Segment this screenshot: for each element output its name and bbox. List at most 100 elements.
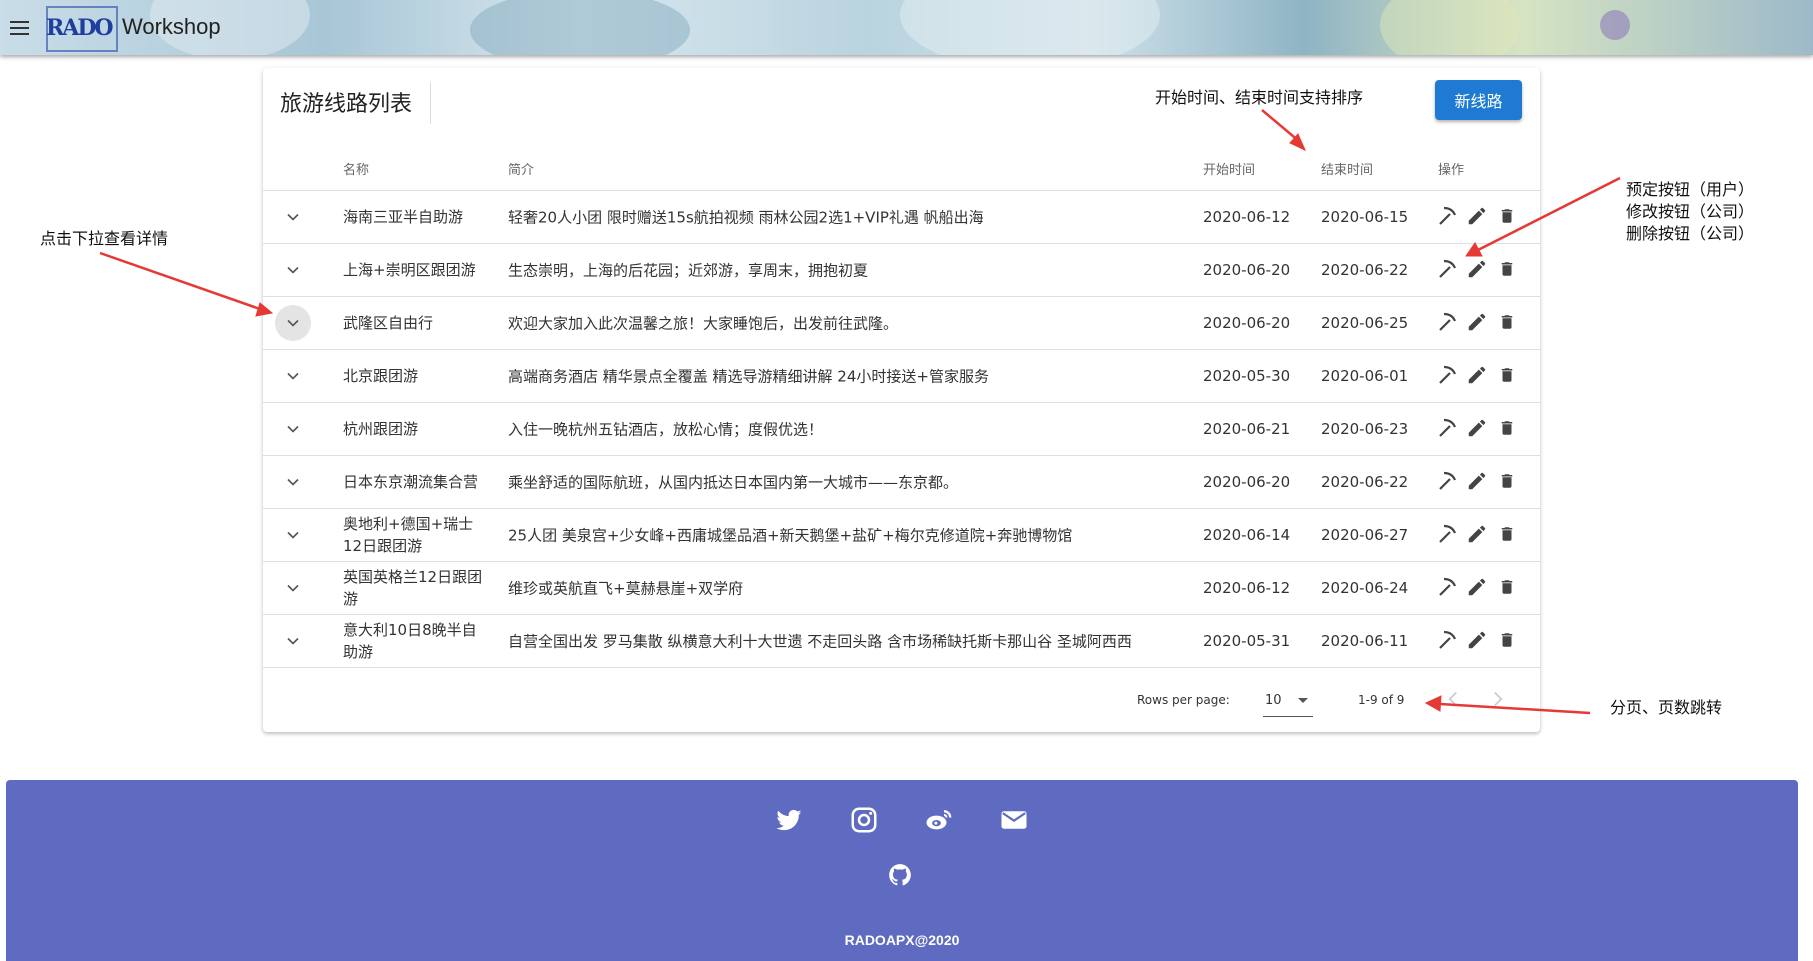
delete-button[interactable] [1495,204,1519,228]
table-pagination: Rows per page: 10 1-9 of 9 [263,668,1540,732]
route-name: 武隆区自由行 [343,313,434,332]
expand-button[interactable] [275,358,311,394]
pickaxe-icon [1439,259,1457,278]
trash-icon [1501,315,1513,329]
annotation-expand: 点击下拉查看详情 [40,229,169,248]
route-list-card: 旅游线路列表 新线路 名称 简介 开始时间 结束时间 操作 海南三亚半自助游 轻奢… [263,68,1540,732]
book-button[interactable] [1435,628,1459,652]
book-button[interactable] [1435,416,1459,440]
delete-button[interactable] [1495,469,1519,493]
book-button[interactable] [1435,204,1459,228]
route-description: 欢迎大家加入此次温馨之旅！大家睡饱后，出发前往武隆。 [508,314,899,332]
book-button[interactable] [1435,310,1459,334]
chevron-down-icon [287,637,299,645]
column-header-start[interactable]: 开始时间 [1203,159,1255,178]
route-description: 轻奢20人小团 限时赠送15s航拍视频 雨林公园2选1+VIP礼遇 帆船出海 [508,208,984,226]
expand-button[interactable] [275,305,311,341]
expand-button[interactable] [275,570,311,606]
delete-button[interactable] [1495,416,1519,440]
book-button[interactable] [1435,257,1459,281]
arrow-expand [99,251,261,311]
delete-button[interactable] [1495,310,1519,334]
delete-button[interactable] [1495,522,1519,546]
header-decoration [1380,0,1520,55]
row-actions [1435,522,1519,546]
instagram-link[interactable] [849,805,879,835]
title-divider [430,82,431,124]
row-actions [1435,204,1519,228]
menu-icon-bar [10,33,29,35]
expand-button[interactable] [275,623,311,659]
start-date: 2020-06-20 [1203,313,1291,332]
delete-button[interactable] [1495,363,1519,387]
end-date: 2020-06-25 [1321,313,1409,332]
menu-icon [10,21,29,23]
header-decoration [1600,10,1630,40]
edit-button[interactable] [1465,469,1489,493]
table-row: 日本东京潮流集合营 乘坐舒适的国际航班，从国内抵达日本国内第一大城市——东京都。 2… [263,455,1540,509]
pencil-icon [1468,313,1486,331]
end-date: 2020-06-22 [1321,472,1409,491]
edit-button[interactable] [1465,257,1489,281]
row-actions [1435,469,1519,493]
expand-button[interactable] [275,411,311,447]
expand-button[interactable] [275,517,311,553]
pickaxe-icon [1439,524,1457,543]
start-date: 2020-06-20 [1203,260,1291,279]
email-link[interactable] [999,805,1029,835]
delete-button[interactable] [1495,257,1519,281]
pickaxe-icon [1439,418,1457,437]
edit-button[interactable] [1465,522,1489,546]
route-name: 北京跟团游 [343,366,419,385]
trash-icon [1501,421,1513,435]
twitter-link[interactable] [774,805,804,835]
route-name: 英国英格兰12日跟团游 [343,567,483,608]
column-header-end[interactable]: 结束时间 [1321,159,1373,178]
github-link[interactable] [887,862,917,892]
pencil-icon [1468,472,1486,490]
book-button[interactable] [1435,522,1459,546]
new-route-button[interactable]: 新线路 [1435,80,1522,120]
expand-button[interactable] [275,252,311,288]
chevron-left-icon [1448,691,1457,707]
weibo-link[interactable] [924,805,954,835]
edit-button[interactable] [1465,310,1489,334]
page-title: 旅游线路列表 [280,91,413,116]
menu-button[interactable] [4,13,34,43]
delete-button[interactable] [1495,575,1519,599]
rows-per-page-select[interactable]: 10 [1263,684,1313,717]
expand-button[interactable] [275,199,311,235]
row-actions [1435,363,1519,387]
route-name: 日本东京潮流集合营 [343,472,479,491]
app-title[interactable]: Workshop [122,14,221,40]
copyright: RADOAPX@2020 [844,932,960,948]
app-logo[interactable]: RADO [46,6,118,52]
edit-button[interactable] [1465,204,1489,228]
route-description: 入住一晚杭州五钻酒店，放松心情；度假优选！ [508,420,824,438]
pickaxe-icon [1439,471,1457,490]
edit-button[interactable] [1465,575,1489,599]
row-actions [1435,310,1519,334]
edit-button[interactable] [1465,416,1489,440]
next-page-button[interactable] [1485,686,1511,712]
route-description: 维珍或英航直飞+莫赫悬崖+双学府 [508,579,744,597]
previous-page-button[interactable] [1440,686,1466,712]
trash-icon [1501,368,1513,382]
trash-icon [1501,633,1513,647]
book-button[interactable] [1435,575,1459,599]
book-button[interactable] [1435,469,1459,493]
edit-button[interactable] [1465,628,1489,652]
route-description: 高端商务酒店 精华景点全覆盖 精选导游精细讲解 24小时接送+管家服务 [508,367,989,385]
delete-button[interactable] [1495,628,1519,652]
book-button[interactable] [1435,363,1459,387]
site-footer: RADOAPX@2020 [6,780,1798,961]
edit-button[interactable] [1465,363,1489,387]
expand-button[interactable] [275,464,311,500]
row-actions [1435,575,1519,599]
chevron-down-icon [287,372,299,380]
app-bar: RADO Workshop [0,0,1813,55]
table-row: 上海+崇明区跟团游 生态崇明，上海的后花园；近郊游，享周末，拥抱初夏 2020-06… [263,243,1540,297]
annotation-edit: 修改按钮（公司） [1626,202,1755,221]
rows-per-page-value: 10 [1265,693,1282,708]
trash-icon [1501,209,1513,223]
